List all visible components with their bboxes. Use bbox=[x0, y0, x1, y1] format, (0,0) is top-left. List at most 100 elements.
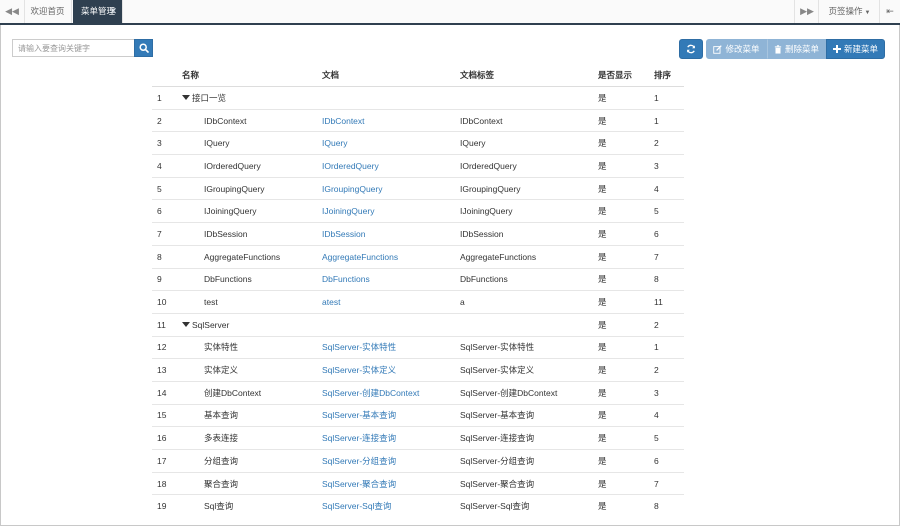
row-name: 多表连接 bbox=[182, 426, 322, 450]
tab-home[interactable]: 欢迎首页 bbox=[24, 0, 72, 23]
doc-link[interactable]: IOrderedQuery bbox=[322, 161, 379, 171]
table-row[interactable]: 5 IGroupingQuery IGroupingQuery IGroupingQu… bbox=[152, 176, 684, 200]
col-order[interactable]: 排序 bbox=[654, 64, 684, 87]
table-row[interactable]: 17 分组查询 SqlServer-分组查询 SqlServer-分组查询是 6 bbox=[152, 449, 684, 473]
forward-icon: ▶▶ bbox=[800, 6, 814, 16]
table-row[interactable]: 18 聚合查询 SqlServer-聚合查询 SqlServer-聚合查询是 7 bbox=[152, 471, 684, 495]
row-order: 2 bbox=[654, 358, 684, 382]
row-order: 11 bbox=[654, 290, 684, 314]
table-row[interactable]: 8 AggregateFunctions AggregateFunctions Agg… bbox=[152, 244, 684, 268]
delete-menu-label: 删除菜单 bbox=[784, 44, 819, 54]
row-name-text: 实体特性 bbox=[204, 342, 239, 353]
row-visible: 是 bbox=[598, 154, 654, 178]
search-button[interactable] bbox=[134, 39, 153, 57]
doc-link[interactable]: DbFunctions bbox=[322, 274, 370, 284]
doc-link[interactable]: SqlServer-Sql查询 bbox=[322, 501, 391, 511]
row-name-text: 多表连接 bbox=[204, 433, 239, 444]
row-name: SqlServer bbox=[182, 312, 322, 337]
new-menu-label: 新建菜单 bbox=[843, 44, 878, 54]
doc-link[interactable]: SqlServer-实体特性 bbox=[322, 342, 396, 352]
doc-link[interactable]: SqlServer-实体定义 bbox=[322, 365, 396, 375]
table-row[interactable]: 6 IJoiningQuery IJoiningQuery IJoiningQuery… bbox=[152, 199, 684, 223]
col-doc[interactable]: 文档 bbox=[322, 64, 460, 87]
row-name: 实体特性 bbox=[182, 335, 322, 359]
row-doc: IDbSession bbox=[322, 222, 460, 246]
table-row[interactable]: 2 IDbContext IDbContext IDbContext 是 1 bbox=[152, 108, 684, 132]
row-visible: 是 bbox=[598, 426, 654, 450]
tab-scroll-left-button[interactable]: ◀◀ bbox=[0, 0, 25, 23]
row-name: AggregateFunctions bbox=[182, 244, 322, 268]
col-visible[interactable]: 是否显示 bbox=[598, 64, 654, 87]
tab-scroll-right-button[interactable]: ▶▶ bbox=[794, 0, 819, 23]
doc-link[interactable]: IDbSession bbox=[322, 229, 365, 239]
row-order: 4 bbox=[654, 176, 684, 200]
tab-operations-dropdown[interactable]: 页签操作 ▼ bbox=[818, 0, 880, 23]
doc-link[interactable]: SqlServer-分组查询 bbox=[322, 456, 396, 466]
doc-link[interactable]: IQuery bbox=[322, 138, 348, 148]
row-doc-label: a bbox=[460, 290, 598, 314]
row-name-text: 分组查询 bbox=[204, 455, 239, 466]
row-doc: SqlServer-Sql查询 bbox=[322, 494, 460, 518]
table-row[interactable]: 3 IQuery IQuery IQuery 是 2 bbox=[152, 131, 684, 155]
logout-icon[interactable]: ⇤ bbox=[879, 0, 900, 23]
doc-link[interactable]: SqlServer-聚合查询 bbox=[322, 479, 396, 489]
row-name-text: 接口一览 bbox=[192, 92, 227, 103]
row-name: 基本查询 bbox=[182, 403, 322, 427]
row-order: 6 bbox=[654, 449, 684, 473]
table-row[interactable]: 7 IDbSession IDbSession IDbSession 是 6 bbox=[152, 222, 684, 246]
row-name: IGroupingQuery bbox=[182, 176, 322, 200]
col-name[interactable]: 名称 bbox=[182, 64, 322, 87]
doc-link[interactable]: SqlServer-创建DbContext bbox=[322, 388, 419, 398]
refresh-button[interactable] bbox=[679, 39, 703, 59]
row-index: 13 bbox=[152, 358, 182, 382]
row-visible: 是 bbox=[598, 471, 654, 495]
table-row[interactable]: 9 DbFunctions DbFunctions DbFunctions 是 8 bbox=[152, 267, 684, 291]
row-doc-label: SqlServer-Sql查询 bbox=[460, 494, 598, 518]
edit-menu-button[interactable]: 修改菜单 bbox=[706, 39, 767, 59]
row-name: 聚合查询 bbox=[182, 471, 322, 495]
plus-icon bbox=[832, 45, 841, 53]
table-row[interactable]: 1 接口一览 是 1 bbox=[152, 87, 684, 110]
tab-menu-management[interactable]: 菜单管理 ✕ bbox=[73, 0, 123, 23]
row-name-text: 创建DbContext bbox=[204, 387, 262, 398]
table-row[interactable]: 10 test atest a 是 11 bbox=[152, 290, 684, 314]
doc-link[interactable]: SqlServer-连接查询 bbox=[322, 433, 396, 443]
row-doc-label: SqlServer-分组查询 bbox=[460, 449, 598, 473]
table-row[interactable]: 12 实体特性 SqlServer-实体特性 SqlServer-实体特性是 1 bbox=[152, 335, 684, 359]
row-visible: 是 bbox=[598, 267, 654, 291]
table-row[interactable]: 19 Sql查询 SqlServer-Sql查询 SqlServer-Sql查询是 8 bbox=[152, 494, 684, 518]
table-row[interactable]: 15 基本查询 SqlServer-基本查询 SqlServer-基本查询是 4 bbox=[152, 403, 684, 427]
row-doc-label bbox=[460, 312, 598, 337]
row-order: 1 bbox=[654, 335, 684, 359]
delete-menu-button[interactable]: 删除菜单 bbox=[767, 39, 826, 59]
row-name: 实体定义 bbox=[182, 358, 322, 382]
table-row[interactable]: 11 SqlServer 是 2 bbox=[152, 312, 684, 337]
row-doc-label: SqlServer-实体特性 bbox=[460, 335, 598, 359]
row-doc: SqlServer-实体定义 bbox=[322, 358, 460, 382]
doc-link[interactable]: atest bbox=[322, 297, 340, 307]
doc-link[interactable]: AggregateFunctions bbox=[322, 252, 398, 262]
caret-down-icon[interactable] bbox=[182, 94, 190, 100]
close-icon[interactable]: ✕ bbox=[109, 0, 117, 23]
doc-link[interactable]: IGroupingQuery bbox=[322, 184, 382, 194]
row-doc bbox=[322, 87, 460, 110]
search-input[interactable] bbox=[13, 40, 134, 56]
doc-link[interactable]: IDbContext bbox=[322, 116, 365, 126]
row-index: 5 bbox=[152, 176, 182, 200]
table-row[interactable]: 14 创建DbContext SqlServer-创建DbContext SqlSer… bbox=[152, 380, 684, 405]
col-doc-label[interactable]: 文档标签 bbox=[460, 64, 598, 87]
caret-down-icon[interactable] bbox=[182, 321, 190, 327]
row-doc: SqlServer-基本查询 bbox=[322, 403, 460, 427]
row-doc bbox=[322, 312, 460, 337]
doc-link[interactable]: SqlServer-基本查询 bbox=[322, 410, 396, 420]
table-row[interactable]: 16 多表连接 SqlServer-连接查询 SqlServer-连接查询是 5 bbox=[152, 426, 684, 450]
doc-link[interactable]: IJoiningQuery bbox=[322, 206, 374, 216]
row-doc-label: SqlServer-实体定义 bbox=[460, 358, 598, 382]
row-name-text: IDbContext bbox=[204, 115, 247, 126]
row-order: 3 bbox=[654, 154, 684, 178]
row-index: 2 bbox=[152, 108, 182, 132]
table-row[interactable]: 4 IOrderedQuery IOrderedQuery IOrderedQuery… bbox=[152, 154, 684, 178]
row-index: 15 bbox=[152, 403, 182, 427]
table-row[interactable]: 13 实体定义 SqlServer-实体定义 SqlServer-实体定义是 2 bbox=[152, 358, 684, 382]
new-menu-button[interactable]: 新建菜单 bbox=[826, 39, 885, 59]
